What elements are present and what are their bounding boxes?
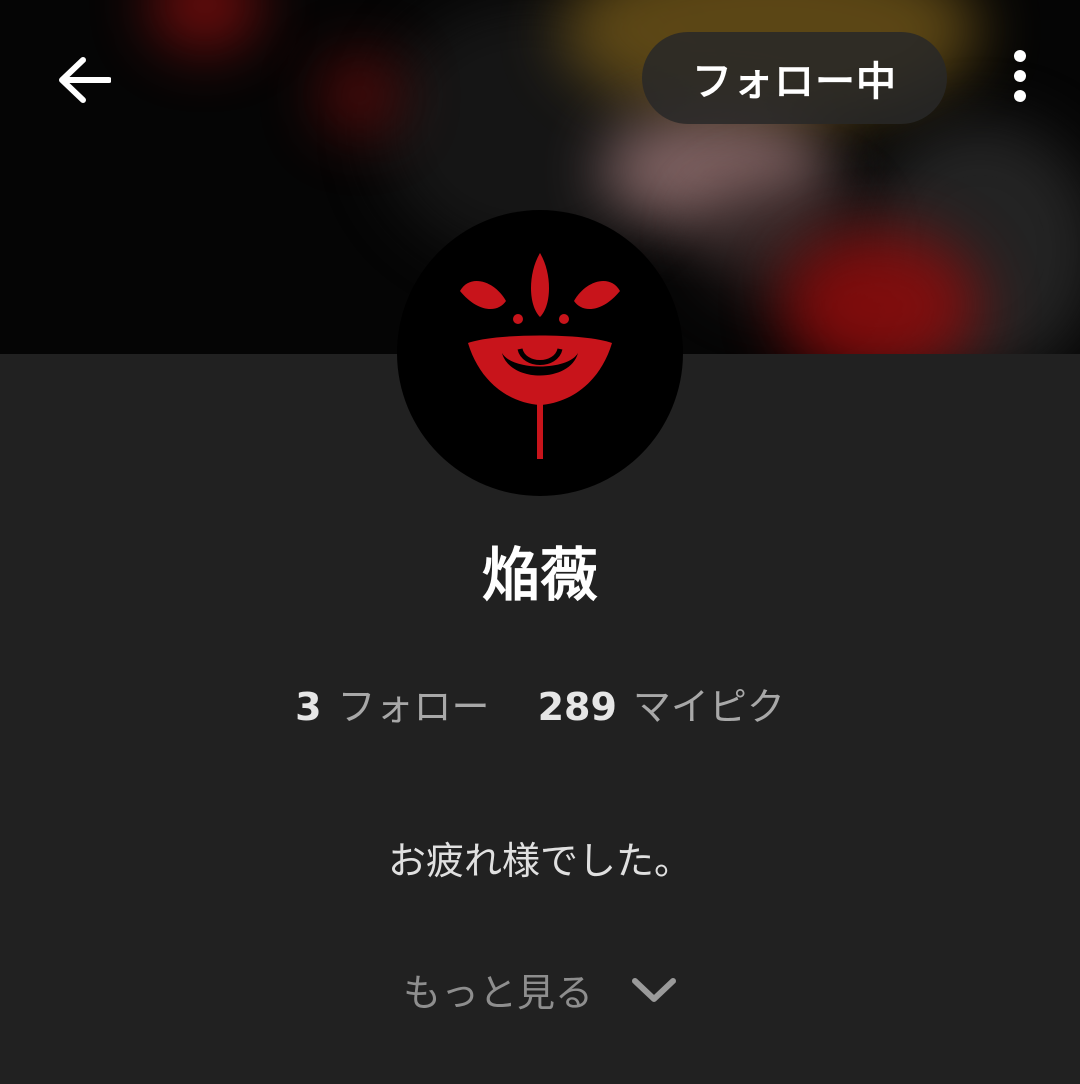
following-button[interactable]: フォロー中 xyxy=(642,32,947,124)
more-vert-icon xyxy=(1014,50,1026,102)
profile-name: 焔薇 xyxy=(481,541,598,609)
show-more-button[interactable]: もっと見る xyxy=(0,962,1080,1017)
profile-stats: 3 フォロー 289 マイピク xyxy=(0,676,1080,731)
mypixiv-count-label: マイピク xyxy=(632,685,785,729)
back-button[interactable] xyxy=(52,48,116,112)
mypixiv-count-value: 289 xyxy=(537,685,617,729)
chevron-down-icon xyxy=(631,976,677,1004)
avatar[interactable] xyxy=(397,210,683,496)
red-eye-emblem-icon xyxy=(460,253,620,459)
profile-bio: お疲れ様でした。 xyxy=(387,839,692,883)
mypixiv-count[interactable]: 289 マイピク xyxy=(538,676,785,731)
show-more-label: もっと見る xyxy=(402,971,593,1015)
profile-screen: フォロー中 焔薇 3 フォロー 289 マイピク お疲れ様でした。 もっと見る xyxy=(0,0,1080,1084)
following-count-label: フォロー xyxy=(337,685,490,729)
following-count-value: 3 xyxy=(295,685,322,729)
more-options-button[interactable] xyxy=(990,44,1050,108)
arrow-left-icon xyxy=(59,57,111,103)
following-count[interactable]: 3 フォロー xyxy=(295,676,489,731)
